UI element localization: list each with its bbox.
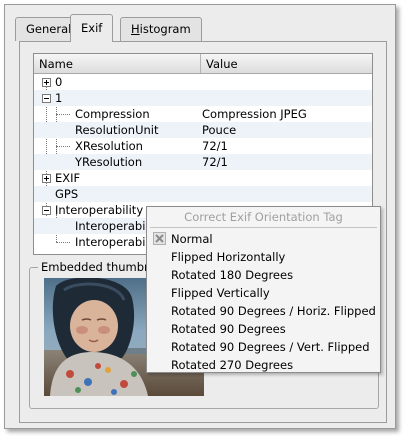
orientation-context-menu: Correct Exif Orientation Tag Normal Flip… — [146, 206, 381, 373]
tree-row-label: XResolution — [75, 139, 143, 153]
tree-header: Name Value — [34, 54, 372, 74]
tree-row-x-resolution[interactable]: XResolution 72/1 — [34, 138, 372, 154]
expand-plus-icon[interactable] — [42, 78, 51, 87]
menu-item-rotated-90-horiz-flipped[interactable]: Rotated 90 Degrees / Horiz. Flipped — [147, 302, 380, 320]
tree-row-y-resolution[interactable]: YResolution 72/1 — [34, 154, 372, 170]
tree-row-gps[interactable]: GPS — [34, 186, 372, 202]
menu-separator — [150, 227, 377, 228]
tree-row-label: ResolutionUnit — [75, 123, 159, 137]
tree-row-value: 72/1 — [202, 155, 228, 169]
image-properties-window: General Exif Histogram Name Value 0 1 Co… — [4, 4, 396, 429]
tree-row-label: Interoperability — [55, 203, 144, 217]
tab-histogram[interactable]: Histogram — [120, 17, 202, 41]
tree-row-label: GPS — [55, 187, 79, 201]
tree-row-value: Compression JPEG — [202, 107, 307, 121]
tree-row-value: 72/1 — [202, 139, 228, 153]
tab-histogram-label: istogram — [139, 22, 191, 36]
menu-item-label: Rotated 90 Degrees / Horiz. Flipped — [171, 304, 376, 318]
column-header-value[interactable]: Value — [201, 54, 372, 73]
x-check-icon — [153, 232, 166, 245]
menu-item-label: Rotated 90 Degrees / Vert. Flipped — [171, 340, 370, 354]
tab-exif-label: Exif — [81, 21, 103, 35]
collapse-minus-icon[interactable] — [42, 94, 51, 103]
tree-row-label: Interoperabil — [75, 219, 149, 233]
menu-item-rotated-90-vert-flipped[interactable]: Rotated 90 Degrees / Vert. Flipped — [147, 338, 380, 356]
menu-item-rotated-270[interactable]: Rotated 270 Degrees — [147, 356, 380, 374]
menu-item-label: Normal — [171, 232, 213, 246]
menu-item-label: Rotated 270 Degrees — [171, 358, 294, 372]
menu-item-label: Rotated 180 Degrees — [171, 268, 294, 282]
group-title: Embedded thumbn — [38, 260, 146, 274]
menu-item-rotated-180[interactable]: Rotated 180 Degrees — [147, 266, 380, 284]
tree-row-1[interactable]: 1 — [34, 90, 372, 106]
tab-histogram-mnemonic: H — [131, 22, 140, 36]
menu-item-label: Flipped Horizontally — [171, 250, 286, 264]
collapse-minus-icon[interactable] — [42, 206, 51, 215]
tree-row-label: 1 — [55, 91, 63, 105]
tree-row-0[interactable]: 0 — [34, 74, 372, 90]
tree-row-value: Pouce — [202, 123, 237, 137]
menu-title: Correct Exif Orientation Tag — [184, 210, 343, 224]
menu-item-label: Flipped Vertically — [171, 286, 270, 300]
tree-row-exif[interactable]: EXIF — [34, 170, 372, 186]
menu-item-flipped-vertically[interactable]: Flipped Vertically — [147, 284, 380, 302]
expand-plus-icon[interactable] — [42, 174, 51, 183]
tree-row-label: EXIF — [55, 171, 81, 185]
tree-row-label: YResolution — [75, 155, 143, 169]
tree-row-compression[interactable]: Compression Compression JPEG — [34, 106, 372, 122]
tree-row-resolution-unit[interactable]: ResolutionUnit Pouce — [34, 122, 372, 138]
menu-item-flipped-horizontally[interactable]: Flipped Horizontally — [147, 248, 380, 266]
menu-item-rotated-90[interactable]: Rotated 90 Degrees — [147, 320, 380, 338]
menu-item-normal[interactable]: Normal — [147, 230, 380, 248]
tab-exif[interactable]: Exif — [70, 14, 114, 42]
column-header-name[interactable]: Name — [34, 54, 201, 73]
tree-row-label: Interoperabil — [75, 235, 149, 249]
tree-row-label: 0 — [55, 75, 63, 89]
menu-item-label: Rotated 90 Degrees — [171, 322, 286, 336]
tab-general-label: General — [26, 22, 72, 36]
tree-row-label: Compression — [75, 107, 150, 121]
